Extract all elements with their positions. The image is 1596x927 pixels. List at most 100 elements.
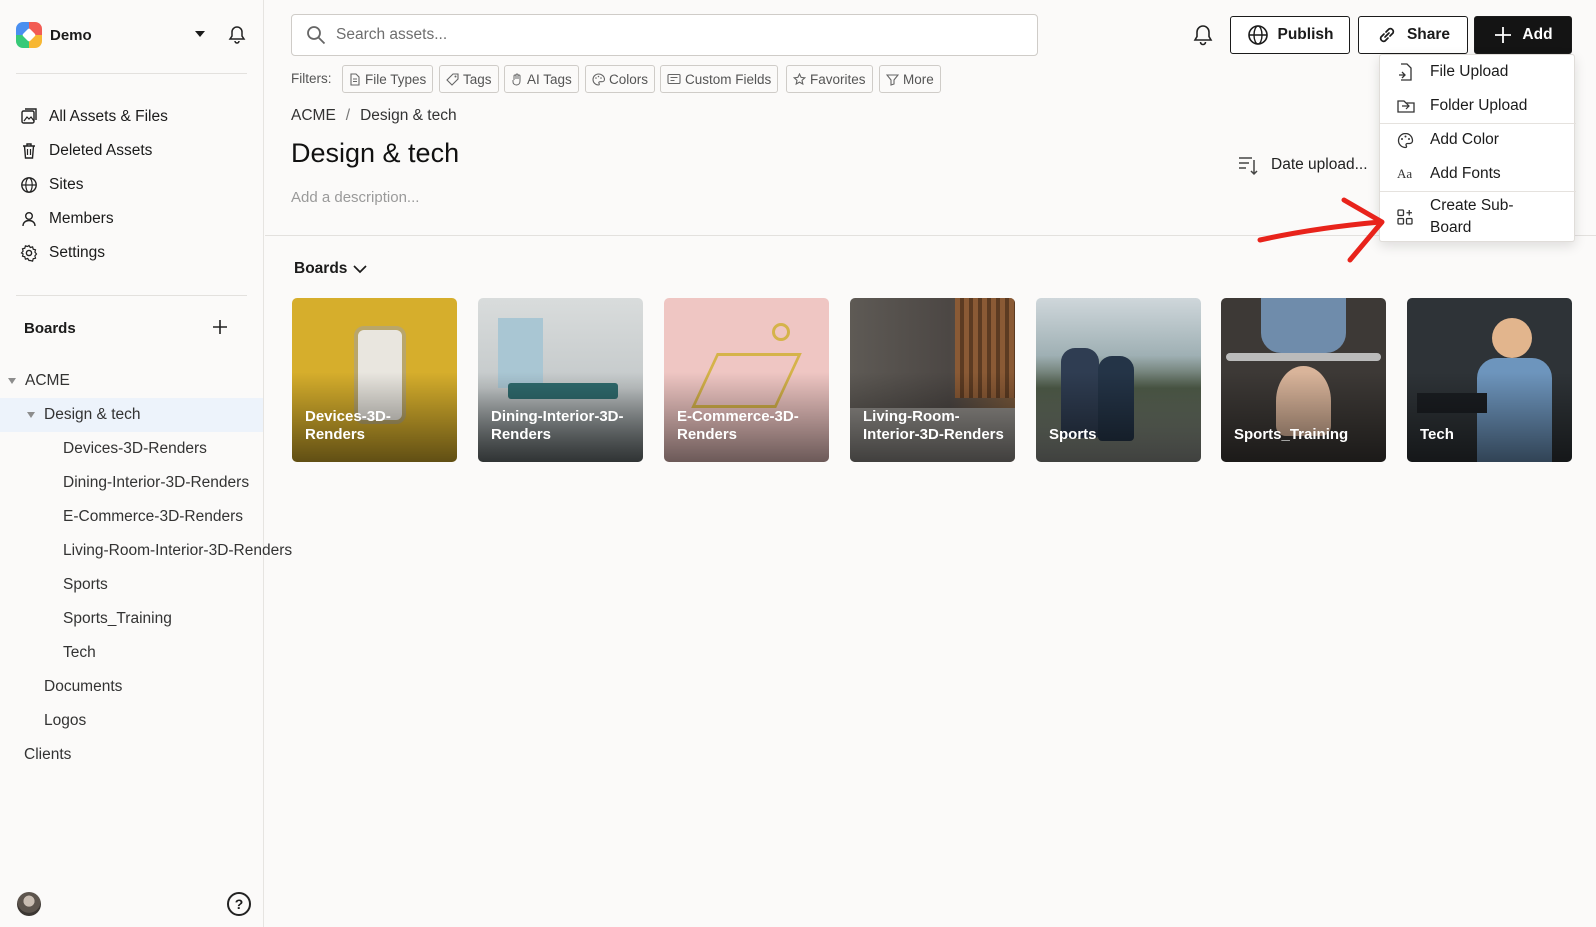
tree-item-documents[interactable]: Documents [44,675,122,699]
trash-icon [20,142,38,160]
menu-item-label: Create Sub-Board [1430,197,1514,236]
fields-icon [667,73,681,85]
search-input[interactable] [336,26,936,44]
breadcrumb-separator: / [345,107,351,124]
filter-tags[interactable]: Tags [439,65,499,93]
tree-item-child[interactable]: Devices-3D-Renders [63,437,207,461]
file-upload-icon [1397,63,1413,81]
card-shade [1407,372,1572,462]
add-board-icon[interactable] [212,319,228,335]
publish-button[interactable]: Publish [1230,16,1350,54]
menu-item-label: Add Color [1430,131,1499,148]
search-bar[interactable] [291,14,1038,56]
menu-item-label: File Upload [1430,63,1509,80]
nav-label: Members [49,210,114,227]
chip-label: More [903,71,934,87]
star-icon [793,72,806,86]
board-card[interactable]: E-Commerce-3D-Renders [664,298,829,462]
filter-ai-tags[interactable]: AI Tags [504,65,579,93]
menu-item-file-upload[interactable]: File Upload [1380,59,1576,85]
board-card[interactable]: Devices-3D-Renders [292,298,457,462]
font-icon: Aa [1397,166,1413,181]
board-card[interactable]: Sports_Training [1221,298,1386,462]
nav-settings[interactable]: Settings [20,241,105,265]
tag-icon [446,72,459,86]
caret-down-icon[interactable] [194,28,206,40]
nav-all-assets[interactable]: All Assets & Files [20,105,168,129]
filter-more[interactable]: More [879,65,941,93]
filters-label: Filters: [291,71,332,86]
menu-item-add-color[interactable]: Add Color [1380,127,1576,153]
caret-down-icon[interactable] [8,378,16,384]
card-label: Sports_Training [1234,426,1349,443]
filter-colors[interactable]: Colors [585,65,656,93]
tree-item-child[interactable]: E-Commerce-3D-Renders [63,505,243,529]
notifications-bell-icon[interactable] [1193,24,1213,46]
bell-icon[interactable] [228,25,246,45]
nav-sites[interactable]: Sites [20,173,83,197]
board-card[interactable]: Dining-Interior-3D-Renders [478,298,643,462]
card-shade [1221,372,1386,462]
card-label: Sports [1049,426,1097,443]
breadcrumb-item[interactable]: ACME [291,107,336,125]
plus-icon [1493,25,1513,45]
tree-item-child[interactable]: Tech [63,641,96,665]
card-shade [1036,372,1201,462]
page-title[interactable]: Design & tech [291,138,459,169]
chip-label: Favorites [810,71,866,87]
chip-label: File Types [365,71,427,87]
boards-section-toggle[interactable]: Boards [294,260,368,278]
card-label: E-Commerce-3D-Renders [677,408,799,443]
boards-heading: Boards [24,320,76,337]
avatar[interactable] [17,892,41,916]
card-label: Dining-Interior-3D-Renders [491,408,624,443]
menu-item-folder-upload[interactable]: Folder Upload [1380,93,1576,119]
board-card[interactable]: Living-Room-Interior-3D-Renders [850,298,1015,462]
sub-board-icon [1397,209,1413,225]
chip-label: Custom Fields [685,71,772,87]
tree-item-logos[interactable]: Logos [44,709,86,733]
add-button[interactable]: Add [1474,16,1572,54]
folder-upload-icon [1397,98,1415,114]
workspace-logo [16,22,42,48]
menu-item-create-sub-board[interactable]: Create Sub-Board [1380,192,1576,242]
filter-favorites[interactable]: Favorites [786,65,873,93]
tree-item-design-tech[interactable]: Design & tech [27,403,141,427]
palette-icon [592,72,605,86]
tree-item-child[interactable]: Sports_Training [63,607,172,631]
publish-label: Publish [1277,26,1334,43]
chip-label: Tags [463,71,492,87]
tree-item-child[interactable]: Living-Room-Interior-3D-Renders [63,539,292,563]
share-button[interactable]: Share [1358,16,1468,54]
filter-file-types[interactable]: File Types [342,65,434,93]
boards-section-label: Boards [294,260,348,277]
tree-item-clients[interactable]: Clients [24,743,71,767]
workspace-name: Demo [50,26,92,44]
share-label: Share [1406,26,1451,43]
tree-item-child[interactable]: Dining-Interior-3D-Renders [63,471,249,495]
nav-members[interactable]: Members [20,207,114,231]
user-icon [20,210,38,228]
add-dropdown-menu: File Upload Folder Upload Add Color Aa A… [1379,54,1576,242]
link-icon [1376,24,1398,46]
description-field[interactable]: Add a description... [291,189,419,206]
menu-item-add-fonts[interactable]: Aa Add Fonts [1380,161,1576,187]
nav-deleted-assets[interactable]: Deleted Assets [20,139,152,163]
board-card[interactable]: Sports [1036,298,1201,462]
nav-label: Settings [49,244,106,261]
caret-down-icon[interactable] [27,412,35,418]
nav-label: All Assets & Files [49,108,168,125]
card-label: Devices-3D-Renders [305,408,391,443]
help-icon[interactable]: ? [227,892,251,916]
chip-label: Colors [609,71,649,87]
breadcrumb-item[interactable]: Design & tech [360,107,457,125]
sort-dropdown[interactable]: Date upload... [1237,154,1368,176]
tree-item-child[interactable]: Sports [63,573,108,597]
workspace-switcher[interactable]: Demo [16,20,248,50]
sidebar-divider [16,73,247,74]
filter-custom-fields[interactable]: Custom Fields [660,65,779,93]
add-label: Add [1522,26,1553,43]
tree-item-acme[interactable]: ACME [8,369,70,393]
menu-item-label: Add Fonts [1430,165,1501,182]
board-card[interactable]: Tech [1407,298,1572,462]
